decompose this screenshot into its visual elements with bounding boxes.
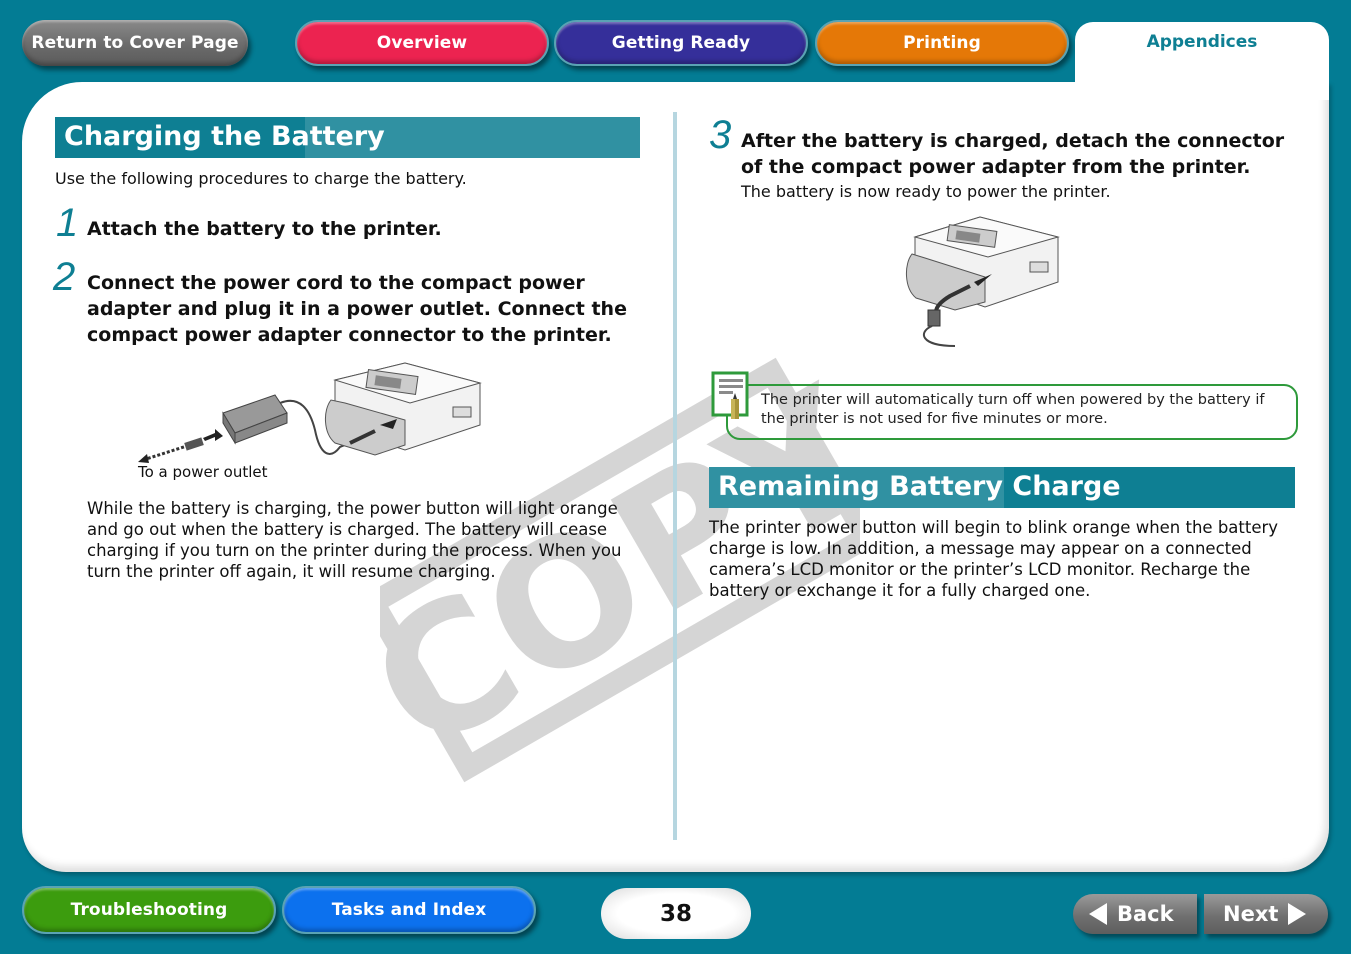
tasks-and-index-button[interactable]: Tasks and Index	[282, 886, 536, 934]
tab-appendices-label: Appendices	[1146, 32, 1258, 52]
note-pencil-icon	[711, 371, 749, 419]
back-label: Back	[1117, 902, 1174, 926]
intro-text: Use the following procedures to charge t…	[55, 169, 467, 188]
step-number-2: 2	[53, 255, 76, 299]
triangle-left-icon	[1089, 903, 1107, 925]
printer-adapter-illustration	[138, 362, 482, 463]
step-text-1: Attach the battery to the printer.	[87, 218, 442, 240]
step-3-subtext: The battery is now ready to power the pr…	[741, 182, 1111, 201]
step-text-2: Connect the power cord to the compact po…	[87, 272, 627, 346]
next-label: Next	[1223, 902, 1279, 926]
note-text: The printer will automatically turn off …	[761, 392, 1265, 427]
printer-detach-illustration	[906, 216, 1060, 347]
column-divider	[673, 112, 677, 840]
remaining-charge-paragraph: The printer power button will begin to b…	[709, 518, 1279, 600]
next-button[interactable]: Next	[1204, 894, 1328, 934]
troubleshooting-button[interactable]: Troubleshooting	[22, 886, 276, 934]
back-button[interactable]: Back	[1073, 894, 1197, 934]
charging-paragraph: While the battery is charging, the power…	[87, 499, 622, 581]
step-text-3: After the battery is charged, detach the…	[741, 130, 1285, 178]
heading-remaining-battery-charge: Remaining Battery Charge	[709, 467, 1295, 508]
heading-text: Remaining Battery Charge	[718, 471, 1121, 502]
page-number: 38	[601, 888, 751, 939]
triangle-right-icon	[1288, 903, 1307, 925]
step-number-1: 1	[56, 201, 79, 245]
step-number-3: 3	[709, 113, 732, 157]
tab-printing[interactable]: Printing	[815, 20, 1069, 66]
tab-appendices[interactable]: Appendices	[1075, 22, 1329, 92]
heading-charging-the-battery: Charging the Battery	[55, 117, 640, 158]
tab-overview[interactable]: Overview	[295, 20, 549, 66]
power-plug-icon	[138, 429, 223, 463]
tab-getting-ready[interactable]: Getting Ready	[554, 20, 808, 66]
return-to-cover-button[interactable]: Return to Cover Page	[22, 20, 248, 66]
figure-caption-power-outlet: To a power outlet	[138, 463, 268, 481]
heading-text: Charging the Battery	[64, 121, 385, 152]
printer	[325, 362, 482, 456]
